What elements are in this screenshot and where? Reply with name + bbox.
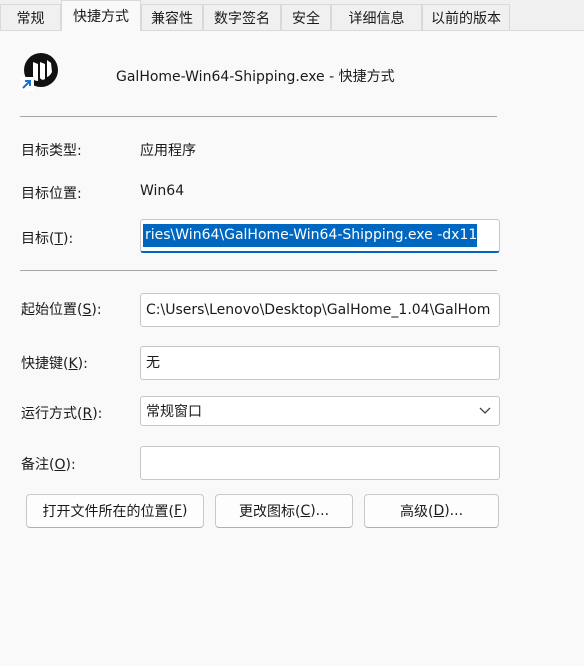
target-input[interactable]: ries\Win64\GalHome-Win64-Shipping.exe -d…	[140, 219, 500, 253]
change-icon-button[interactable]: 更改图标(C)...	[215, 494, 353, 528]
open-file-location-button[interactable]: 打开文件所在的位置(F)	[26, 494, 204, 528]
unreal-engine-shortcut-icon	[20, 52, 60, 92]
run-select[interactable]: 常规窗口	[140, 396, 500, 426]
tab-details[interactable]: 详细信息	[331, 4, 422, 31]
tab-general[interactable]: 常规	[0, 4, 61, 31]
divider	[20, 270, 497, 271]
tab-digital-signatures[interactable]: 数字签名	[203, 4, 281, 31]
tab-compatibility[interactable]: 兼容性	[141, 4, 203, 31]
target-label: 目标(T):	[21, 231, 74, 247]
chevron-down-icon	[479, 405, 491, 418]
start-in-input[interactable]: C:\Users\Lenovo\Desktop\GalHome_1.04\Gal…	[140, 293, 500, 327]
target-location-value: Win64	[140, 183, 185, 199]
target-selected-text: ries\Win64\GalHome-Win64-Shipping.exe -d…	[143, 224, 478, 247]
tab-bar: 常规 快捷方式 兼容性 数字签名 安全 详细信息 以前的版本	[0, 0, 584, 31]
target-type-value: 应用程序	[140, 143, 196, 159]
target-type-label: 目标类型:	[21, 143, 82, 159]
shortcut-title: GalHome-Win64-Shipping.exe - 快捷方式	[116, 69, 395, 85]
target-location-label: 目标位置:	[21, 186, 82, 202]
comment-input[interactable]	[140, 446, 500, 480]
comment-label: 备注(O):	[21, 457, 76, 473]
start-in-label: 起始位置(S):	[21, 302, 102, 318]
hotkey-label: 快捷键(K):	[21, 356, 88, 372]
tab-previous-versions[interactable]: 以前的版本	[422, 4, 510, 31]
run-label: 运行方式(R):	[21, 406, 103, 422]
divider	[20, 116, 497, 117]
hotkey-input[interactable]: 无	[140, 346, 500, 380]
run-select-value: 常规窗口	[146, 404, 202, 420]
advanced-button[interactable]: 高级(D)...	[364, 494, 499, 528]
tab-shortcut[interactable]: 快捷方式	[61, 0, 141, 31]
tab-security[interactable]: 安全	[281, 4, 331, 31]
